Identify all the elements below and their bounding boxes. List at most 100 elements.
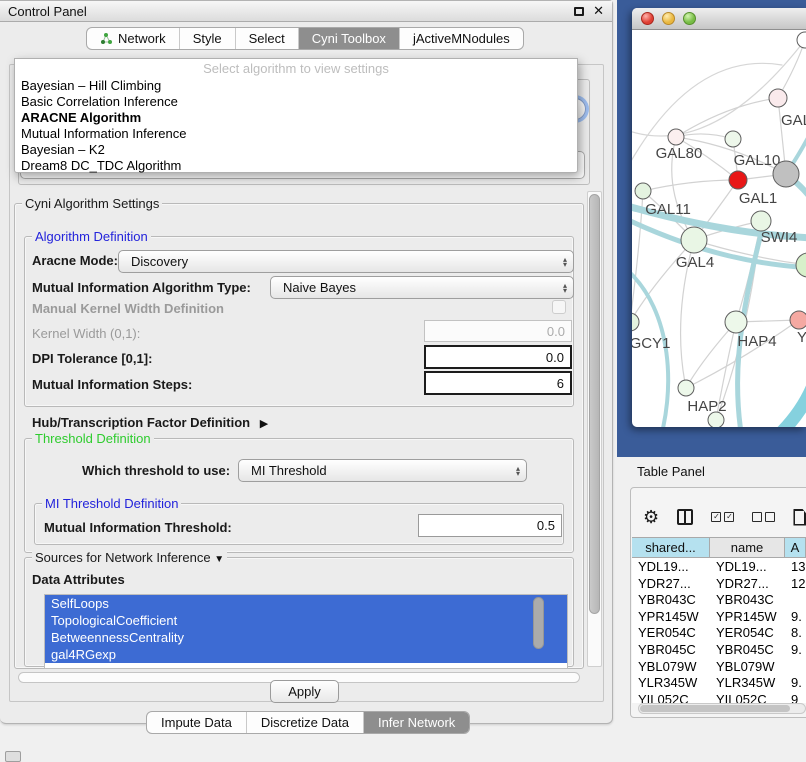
table-row[interactable]: YDL19...YDL19...13... (632, 558, 806, 575)
settings-scrollbar[interactable] (587, 191, 602, 667)
mi-threshold-label: Mutual Information Threshold: (44, 520, 232, 535)
column-header[interactable]: shared... (632, 538, 710, 557)
data-attributes-list[interactable]: SelfLoopsTopologicalCoefficientBetweenne… (44, 594, 568, 669)
node-table[interactable]: shared...nameA YDL19...YDL19...13...YDR2… (632, 537, 806, 703)
algorithm-option[interactable]: Bayesian – K2 (15, 142, 577, 158)
collapsed-panel-icon[interactable] (5, 751, 21, 762)
close-icon[interactable]: ✕ (593, 6, 604, 16)
data-attributes-label: Data Attributes (32, 572, 125, 587)
node-gray[interactable] (773, 161, 799, 187)
columns-icon[interactable] (677, 509, 693, 525)
node-hap4[interactable] (725, 311, 747, 333)
combo-stepper-icon: ▴▾ (563, 257, 567, 267)
node-swi4[interactable] (751, 211, 771, 231)
attribute-list-item[interactable]: TopologicalCoefficient (45, 612, 567, 629)
aracne-mode-label: Aracne Mode: (32, 253, 118, 268)
sources-title[interactable]: Sources for Network Inference ▼ (32, 550, 227, 565)
minimize-traffic-light-icon[interactable] (662, 12, 675, 25)
node-salmon[interactable] (790, 311, 806, 329)
tab-select[interactable]: Select (236, 28, 299, 49)
node-gal11-label: GAL11 (645, 201, 691, 218)
node-gal11[interactable] (635, 183, 651, 199)
tab-infer-network[interactable]: Infer Network (364, 712, 469, 733)
attribute-list-item[interactable]: gal4RGexp (45, 646, 567, 663)
hub-definition-expander[interactable]: Hub/Transcription Factor Definition ▶ (32, 415, 268, 430)
table-horizontal-scrollbar[interactable] (638, 703, 806, 714)
which-threshold-combo[interactable]: MI Threshold ▴▾ (238, 459, 527, 482)
cyni-settings-title: Cyni Algorithm Settings (22, 196, 162, 211)
table-row[interactable]: YLR345WYLR345W9. (632, 674, 806, 691)
tab-network[interactable]: Network (87, 28, 180, 49)
node-gal1-label: GAL1 (739, 190, 777, 207)
combo-stepper-icon: ▴▾ (563, 283, 567, 293)
node-gcy1-label: GCY1 (632, 335, 670, 352)
table-row[interactable]: YBR045CYBR045C9. (632, 641, 806, 658)
gear-icon[interactable]: ⚙ (643, 507, 659, 527)
tab-impute-data[interactable]: Impute Data (147, 712, 247, 733)
algorithm-option[interactable]: Dream8 DC_TDC Algorithm (15, 158, 577, 174)
close-traffic-light-icon[interactable] (641, 12, 654, 25)
tab-style[interactable]: Style (180, 28, 236, 49)
table-row[interactable]: YER054CYER054C8. (632, 624, 806, 641)
dpi-tolerance-label: DPI Tolerance [0,1]: (32, 351, 152, 366)
node-hap2-label: HAP2 (687, 398, 726, 415)
table-scrollbar-thumb[interactable] (640, 705, 790, 712)
algorithm-option[interactable]: ARACNE Algorithm (15, 110, 577, 126)
node-gal7[interactable] (769, 89, 787, 107)
node-bottom[interactable] (708, 412, 724, 427)
table-row[interactable]: YBL079WYBL079W (632, 658, 806, 675)
node-hap4-label: HAP4 (737, 333, 776, 350)
node-gal4[interactable] (681, 227, 707, 253)
manual-kernel-width-checkbox[interactable] (552, 300, 566, 314)
table-header-row: shared...nameA (632, 537, 806, 558)
network-window-titlebar (632, 8, 806, 30)
network-edge[interactable] (643, 180, 738, 191)
zoom-traffic-light-icon[interactable] (683, 12, 696, 25)
cyni-bottom-tab-bar: Impute DataDiscretize DataInfer Network (146, 711, 470, 734)
node-hap2[interactable] (678, 380, 694, 396)
dpi-tolerance-field[interactable]: 0.0 (424, 345, 572, 369)
list-scrollbar-thumb[interactable] (533, 597, 544, 649)
node-green-right[interactable] (796, 253, 806, 277)
algorithm-option[interactable]: Bayesian – Hill Climbing (15, 78, 577, 94)
mi-threshold-definition-title: MI Threshold Definition (42, 496, 181, 511)
network-edge[interactable] (778, 40, 805, 98)
node-gal7-label: GAL (781, 112, 806, 129)
network-edge[interactable] (762, 388, 806, 427)
node-gal10[interactable] (725, 131, 741, 147)
float-window-icon[interactable] (574, 7, 584, 16)
attribute-list-item[interactable]: SelfLoops (45, 595, 567, 612)
network-graph-canvas[interactable]: GALGAL80GAL10GAL1GAL11SWI4GAL4GCY1HAP4YH… (632, 30, 806, 427)
column-header[interactable]: A (785, 538, 806, 557)
table-row[interactable]: YDR27...YDR27...12... (632, 575, 806, 592)
aracne-mode-combo[interactable]: Discovery ▴▾ (118, 250, 574, 273)
tab-discretize-data[interactable]: Discretize Data (247, 712, 364, 733)
table-row[interactable]: YPR145WYPR145W9. (632, 608, 806, 625)
select-all-checkboxes-icon[interactable]: ✓✓ (711, 512, 734, 522)
mi-steps-field[interactable]: 6 (424, 371, 572, 395)
export-table-icon[interactable] (793, 509, 806, 526)
attribute-list-item[interactable]: BetweennessCentrality (45, 629, 567, 646)
algorithm-definition-title: Algorithm Definition (32, 229, 151, 244)
deselect-all-checkboxes-icon[interactable] (752, 512, 775, 522)
tab-jactivemnodules[interactable]: jActiveMNodules (400, 28, 523, 49)
algorithm-dropdown-popup: Select algorithm to view settings Bayesi… (14, 58, 578, 173)
algorithm-option[interactable]: Basic Correlation Inference (15, 94, 577, 110)
settings-scrollbar-thumb[interactable] (589, 194, 600, 614)
node-gal80[interactable] (668, 129, 684, 145)
mi-algorithm-type-combo[interactable]: Naive Bayes ▴▾ (270, 276, 574, 299)
table-row[interactable]: YBR043CYBR043C (632, 591, 806, 608)
column-header[interactable]: name (710, 538, 785, 557)
node-gcy1[interactable] (632, 313, 639, 331)
threshold-definition-title: Threshold Definition (32, 431, 154, 446)
node-swi4-label: SWI4 (761, 229, 798, 246)
mi-threshold-field[interactable]: 0.5 (418, 514, 562, 537)
node-partial-top[interactable] (797, 32, 806, 48)
apply-button[interactable]: Apply (270, 680, 339, 703)
algorithm-option[interactable]: Mutual Information Inference (15, 126, 577, 142)
node-gal1[interactable] (729, 171, 747, 189)
kernel-width-field[interactable]: 0.0 (424, 320, 572, 342)
table-row[interactable]: YIL052CYIL052C9 (632, 691, 806, 703)
tab-cyni-toolbox[interactable]: Cyni Toolbox (299, 28, 400, 49)
network-view-window: GALGAL80GAL10GAL1GAL11SWI4GAL4GCY1HAP4YH… (632, 8, 806, 427)
